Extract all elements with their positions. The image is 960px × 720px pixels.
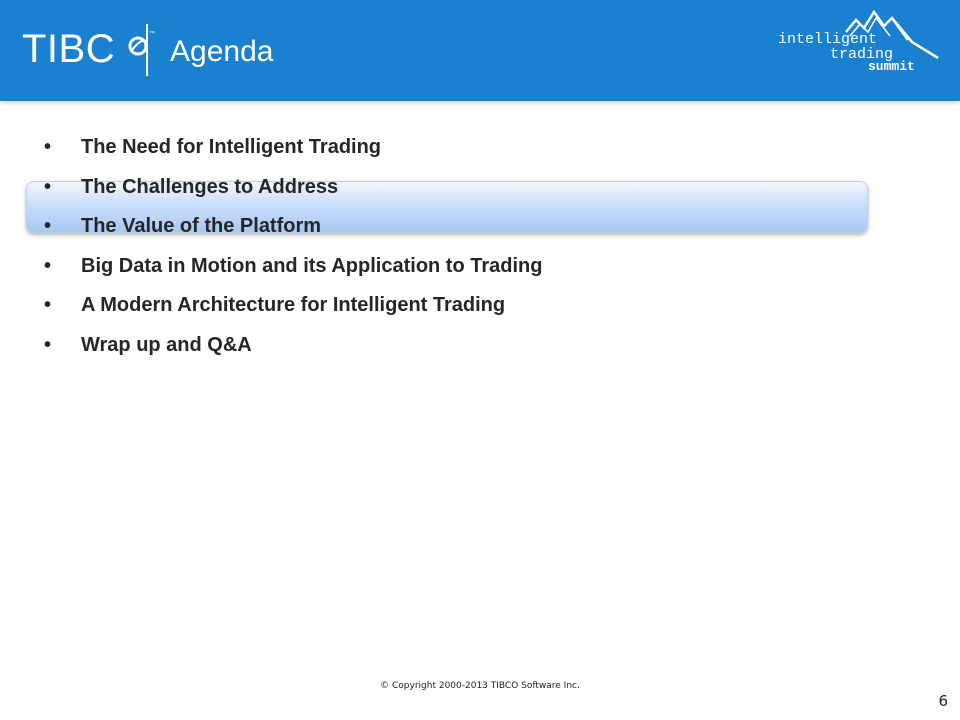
agenda-item-label: Big Data in Motion and its Application t… <box>81 254 543 277</box>
agenda-item: • Wrap up and Q&A <box>44 328 542 368</box>
tibco-o-swoosh-icon <box>128 36 148 56</box>
agenda-item: • The Value of the Platform <box>44 209 542 249</box>
bullet: • <box>44 136 52 158</box>
tibco-logo-text: TIBC <box>22 27 116 71</box>
bullet: • <box>44 254 52 277</box>
bullet: • <box>44 175 52 198</box>
intelligent-trading-summit-badge: intelligent trading summit <box>770 10 942 82</box>
agenda-item-label: A Modern Architecture for Intelligent Tr… <box>81 294 506 316</box>
bullet: • <box>44 333 52 356</box>
trademark-mark: ™ <box>149 31 155 37</box>
agenda-item-label: Wrap up and Q&A <box>81 333 252 356</box>
agenda-item: • The Challenges to Address <box>44 170 542 210</box>
page-number: 6 <box>938 692 948 710</box>
agenda-item-label: The Challenges to Address <box>81 175 339 198</box>
agenda-item: • Big Data in Motion and its Application … <box>44 249 542 289</box>
slide-header: TIBC ™ Agenda intelligent trading summit <box>0 0 960 101</box>
agenda-item-label: The Value of the Platform <box>81 215 322 237</box>
bullet: • <box>44 215 52 237</box>
agenda-item: • The Need for Intelligent Trading <box>44 130 542 170</box>
agenda-list: • The Need for Intelligent Trading • The C… <box>44 130 542 367</box>
bullet: • <box>44 294 52 316</box>
tibco-logo: TIBC ™ <box>22 26 155 72</box>
badge-word-intelligent: intelligent <box>778 31 878 48</box>
agenda-item: • A Modern Architecture for Intelligent T… <box>44 288 542 328</box>
badge-word-summit: summit <box>868 59 915 74</box>
slide-title: Agenda <box>170 35 274 68</box>
copyright-notice: © Copyright 2000-2013 TIBCO Software Inc… <box>380 681 580 691</box>
agenda-item-label: The Need for Intelligent Trading <box>81 136 382 158</box>
header-divider <box>146 24 148 76</box>
